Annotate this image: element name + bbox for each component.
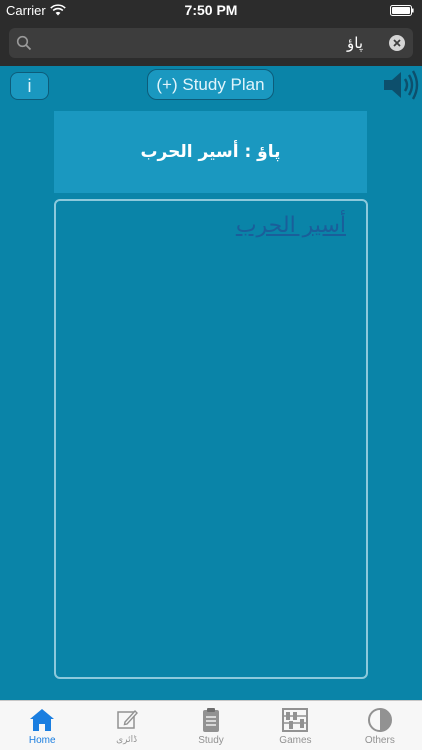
abacus-icon — [282, 708, 309, 732]
search-input[interactable] — [39, 28, 363, 58]
edit-icon — [116, 709, 138, 729]
battery-icon — [390, 5, 414, 16]
info-button[interactable]: i — [10, 72, 49, 100]
search-field[interactable] — [9, 28, 413, 58]
tab-label: Home — [28, 735, 56, 746]
word-title: پاؤ : أسير الحرب — [140, 142, 281, 162]
tab-label: ڈائری — [116, 735, 138, 745]
top-bar: Carrier 7:50 PM — [0, 0, 422, 66]
tab-label: Study — [198, 735, 224, 746]
clear-search-icon[interactable] — [389, 35, 405, 51]
tab-others[interactable]: Others — [338, 701, 422, 750]
definition-link[interactable]: أسير الحرب — [236, 213, 346, 238]
tab-bar: Home ڈائری Study Games Others — [0, 700, 422, 750]
study-plan-button[interactable]: (+) Study Plan — [147, 69, 274, 100]
tab-study[interactable]: Study — [169, 701, 253, 750]
search-icon — [16, 35, 32, 51]
speaker-icon[interactable] — [382, 69, 420, 101]
definition-panel: أسير الحرب — [54, 199, 368, 679]
word-header-panel: پاؤ : أسير الحرب — [54, 111, 367, 193]
tab-home[interactable]: Home — [0, 701, 84, 750]
tab-label: Others — [364, 735, 395, 746]
status-bar: Carrier 7:50 PM — [0, 0, 422, 22]
clipboard-icon — [203, 708, 220, 732]
tab-diary[interactable]: ڈائری — [84, 701, 168, 750]
tab-label: Games — [279, 735, 312, 746]
tab-games[interactable]: Games — [253, 701, 337, 750]
status-time: 7:50 PM — [184, 2, 238, 18]
home-icon — [30, 709, 55, 731]
half-circle-icon — [367, 708, 392, 732]
